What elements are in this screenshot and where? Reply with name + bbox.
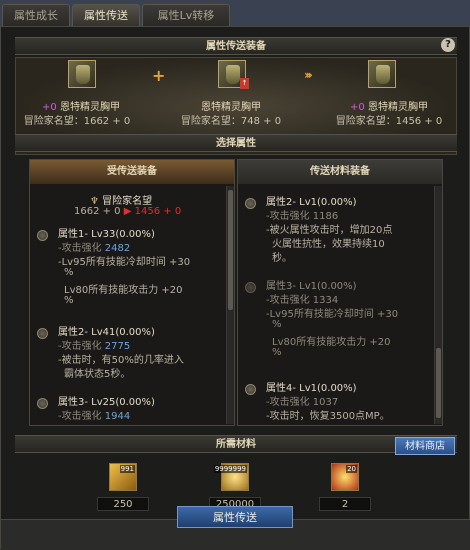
result-item-name: +0 恩特精灵胸甲 — [334, 98, 444, 113]
attr1-radio[interactable] — [37, 230, 48, 241]
mat-attr3-title: 属性3- Lv1(0.00%) — [266, 281, 357, 292]
mat-attr3-line2: % — [272, 319, 282, 330]
tab-bar: 属性成长 属性传送 属性Lv转移 — [0, 0, 470, 26]
attr3-stat-value: 1944 — [104, 411, 131, 422]
reputation-change: 1662 + 0 ▶ 1456 + 0 — [74, 206, 181, 217]
material-shop-button[interactable]: 材料商店 — [395, 437, 455, 455]
target-item-reputation: 冒险家名望：1662 + 0 — [23, 116, 131, 127]
material-3-required: 2 — [319, 497, 371, 511]
right-scrollbar[interactable] — [434, 186, 442, 424]
attr1-stat: -攻击强化 2482 — [58, 239, 130, 254]
left-scrollbar[interactable] — [226, 186, 234, 424]
attr1-line1: -Lv95所有技能冷却时间 +30 — [58, 257, 191, 268]
attr3-stat-label: -攻击强化 — [58, 411, 102, 422]
attr1-title: 属性1- Lv33(0.00%) — [58, 229, 155, 240]
tab-attribute-level-transfer[interactable]: 属性Lv转移 — [142, 4, 230, 26]
required-materials-title: 所需材料 — [15, 435, 457, 453]
mat-attr3-line4: % — [272, 347, 282, 358]
mat-attr2-line3: 秒。 — [272, 253, 292, 264]
mat-attr4-line1: -攻击时，恢复3500点MP。 — [266, 411, 390, 422]
mat-attr3-line1: -Lv95所有技能冷却时间 +30 — [266, 309, 399, 320]
target-item-name: +0 恩特精灵胸甲 — [26, 98, 136, 113]
help-icon[interactable]: ? — [441, 38, 455, 52]
result-item-reputation: 冒险家名望：1456 + 0 — [335, 116, 443, 127]
attr3-radio[interactable] — [37, 398, 48, 409]
tab-attribute-growth[interactable]: 属性成长 — [2, 4, 70, 26]
transfer-window: 属性传送装备 ? + ↑ ››› +0 恩特精灵胸甲 冒险家名望：1662 + … — [0, 26, 470, 550]
mat-attr2-title: 属性2- Lv1(0.00%) — [266, 197, 357, 208]
material-3-count: 20 — [346, 465, 357, 473]
result-item-icon[interactable] — [368, 60, 396, 88]
material-gold-coins-icon[interactable]: 9999999 — [213, 463, 249, 491]
attr3-stat: -攻击强化 1944 — [58, 407, 130, 422]
attr2-line2: 霸体状态5秒。 — [64, 369, 131, 380]
reputation-to: 1456 + 0 — [134, 206, 182, 217]
mat-attr3-line3: Lv80所有技能攻击力 +20 — [272, 337, 391, 348]
mat-attr2-stat: -攻击强化 1186 — [266, 211, 339, 222]
attribute-transfer-button[interactable]: 属性传送 — [177, 506, 293, 528]
attr2-radio[interactable] — [37, 328, 48, 339]
mat-attr3-stat: -攻击强化 1334 — [266, 295, 339, 306]
attr1-line2: % — [64, 267, 74, 278]
tab-attribute-transfer[interactable]: 属性传送 — [72, 4, 140, 26]
reputation-from: 1662 + 0 — [74, 206, 121, 217]
material-1-required: 250 — [97, 497, 149, 511]
mat-attr4-stat: -攻击强化 1037 — [266, 397, 339, 408]
transfer-arrows-icon: ››› — [304, 68, 313, 82]
arrow-right-icon: ▶ — [123, 206, 132, 217]
attr2-title: 属性2- Lv41(0.00%) — [58, 327, 155, 338]
mat-attr2-line1: -被火属性攻击时，增加20点 — [266, 225, 393, 236]
transfer-equipment-title: 属性传送装备 — [15, 37, 457, 55]
upgrade-badge-icon: ↑ — [240, 78, 249, 89]
mat-attr2-line2: 火属性抗性，效果持续10 — [272, 239, 385, 250]
material-equipment-panel: 传送材料装备 属性2- Lv1(0.00%) -攻击强化 1186 -被火属性攻… — [237, 159, 443, 426]
target-item-icon[interactable] — [68, 60, 96, 88]
attr1-line3: Lv80所有技能攻击力 +20 — [64, 285, 183, 296]
mat-attr4-radio[interactable] — [245, 384, 256, 395]
plus-icon: + — [152, 66, 166, 85]
receive-panel-title: 受传送装备 — [30, 160, 234, 184]
attr2-stat: -攻击强化 2775 — [58, 337, 130, 352]
material-crystal-icon[interactable]: 20 — [331, 463, 359, 491]
mat-attr4-title: 属性4- Lv1(0.00%) — [266, 383, 357, 394]
receive-equipment-panel: 受传送装备 ♆ 冒险家名望 1662 + 0 ▶ 1456 + 0 属性1- L… — [29, 159, 235, 426]
left-scrollbar-thumb[interactable] — [228, 190, 233, 310]
mat-attr2-radio[interactable] — [245, 198, 256, 209]
material-item-reputation: 冒险家名望：748 + 0 — [180, 116, 282, 127]
material-1-count: 991 — [119, 465, 135, 473]
material-2-count: 9999999 — [213, 465, 247, 473]
right-scrollbar-thumb[interactable] — [436, 348, 441, 418]
attr1-line4: % — [64, 295, 74, 306]
attr2-line1: -被击时，有50%的几率进入 — [58, 355, 184, 366]
material-item-icon[interactable]: ↑ — [218, 60, 249, 89]
material-panel-title: 传送材料装备 — [238, 160, 442, 184]
material-gold-bar-icon[interactable]: 991 — [109, 463, 137, 491]
mat-attr3-radio[interactable] — [245, 282, 256, 293]
material-item-name: 恩特精灵胸甲 — [176, 98, 286, 113]
select-attribute-title: 选择属性 — [15, 134, 457, 152]
attr3-title: 属性3- Lv25(0.00%) — [58, 397, 155, 408]
reputation-row: ♆ 冒险家名望 — [90, 192, 152, 207]
